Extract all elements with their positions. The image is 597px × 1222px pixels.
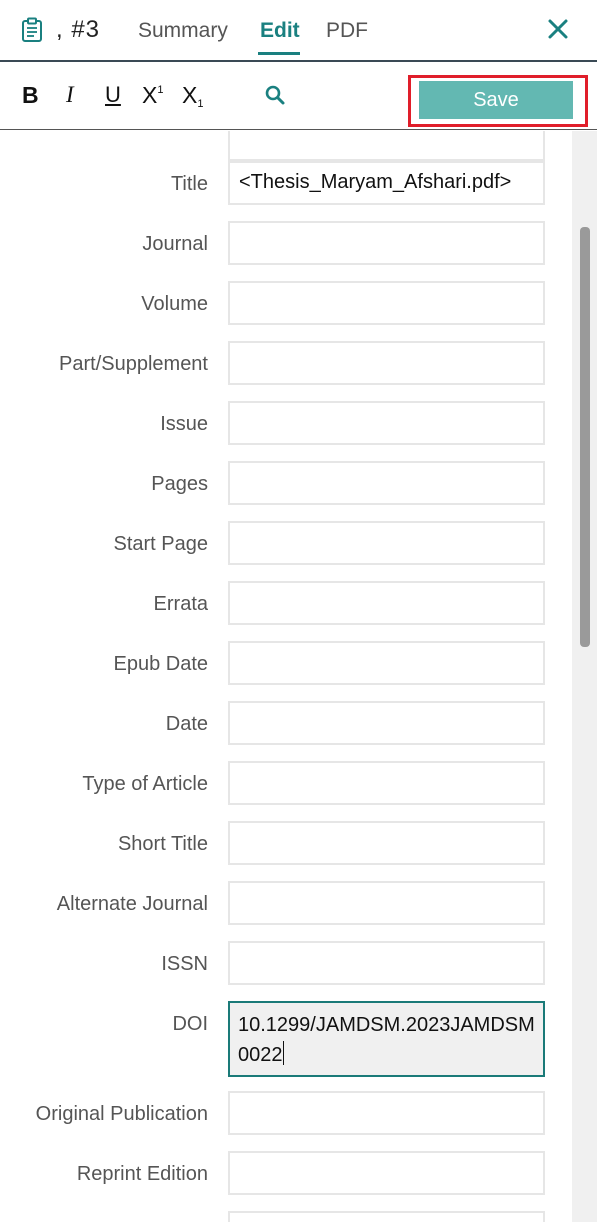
underline-button[interactable]: U xyxy=(105,82,121,108)
field-label-issue: Issue xyxy=(160,413,208,435)
superscript-mark: 1 xyxy=(157,84,164,96)
edit-form: Title <Thesis_Maryam_Afshari.pdf> Journa… xyxy=(0,131,572,1222)
title-input[interactable]: <Thesis_Maryam_Afshari.pdf> xyxy=(228,161,545,205)
subscript-letter: X xyxy=(182,82,198,108)
field-label-type-of-article: Type of Article xyxy=(82,773,208,795)
field-label-start-page: Start Page xyxy=(113,533,208,555)
field-label-date: Date xyxy=(165,713,208,735)
clipboard-icon xyxy=(22,17,42,42)
scrollbar-thumb[interactable] xyxy=(580,227,590,647)
field-label-errata: Errata xyxy=(153,593,208,615)
superscript-button[interactable]: X1 xyxy=(142,82,163,109)
part-supplement-input[interactable] xyxy=(228,341,545,385)
field-label-short-title: Short Title xyxy=(117,833,208,855)
field-label-volume: Volume xyxy=(141,293,208,315)
original-publication-input[interactable] xyxy=(228,1091,545,1135)
field-label-journal: Journal xyxy=(142,233,208,255)
field-label-reprint-edition: Reprint Edition xyxy=(76,1163,208,1185)
field-label-pages: Pages xyxy=(151,473,208,495)
next-field-input[interactable] xyxy=(228,1211,545,1222)
text-caret xyxy=(282,1041,284,1065)
subscript-mark: 1 xyxy=(197,98,204,110)
field-label-issn: ISSN xyxy=(161,953,208,975)
field-label-doi: DOI xyxy=(172,1013,208,1035)
subscript-button[interactable]: X1 xyxy=(182,82,203,110)
tab-edit[interactable]: Edit xyxy=(260,19,300,43)
close-icon[interactable] xyxy=(545,16,571,42)
journal-input[interactable] xyxy=(228,221,545,265)
date-input[interactable] xyxy=(228,701,545,745)
errata-input[interactable] xyxy=(228,581,545,625)
save-highlight-box: Save xyxy=(408,75,588,127)
type-of-article-input[interactable] xyxy=(228,761,545,805)
issn-input[interactable] xyxy=(228,941,545,985)
search-icon[interactable] xyxy=(264,84,286,106)
format-toolbar: B I U X1 X1 Save xyxy=(0,62,597,130)
epub-date-input[interactable] xyxy=(228,641,545,685)
alternate-journal-input[interactable] xyxy=(228,881,545,925)
field-label-alternate-journal: Alternate Journal xyxy=(56,893,208,915)
record-header: , #3 Summary Edit PDF xyxy=(0,0,597,62)
field-label-title: Title xyxy=(170,173,208,195)
tab-summary[interactable]: Summary xyxy=(138,19,228,43)
field-label-original-publication: Original Publication xyxy=(35,1103,208,1125)
start-page-input[interactable] xyxy=(228,521,545,565)
tab-pdf[interactable]: PDF xyxy=(326,19,368,43)
field-label-part-supplement: Part/Supplement xyxy=(59,353,208,375)
pages-input[interactable] xyxy=(228,461,545,505)
doi-input[interactable]: 10.1299/JAMDSM.2023JAMDSM0022 xyxy=(228,1001,545,1077)
bold-button[interactable]: B xyxy=(22,82,39,109)
italic-button[interactable]: I xyxy=(66,82,74,108)
issue-input[interactable] xyxy=(228,401,545,445)
previous-field-input[interactable] xyxy=(228,131,545,161)
field-label-epub-date: Epub Date xyxy=(113,653,208,675)
record-reference: , #3 xyxy=(56,16,101,43)
reprint-edition-input[interactable] xyxy=(228,1151,545,1195)
short-title-input[interactable] xyxy=(228,821,545,865)
active-tab-indicator xyxy=(258,52,300,55)
superscript-letter: X xyxy=(142,82,158,108)
volume-input[interactable] xyxy=(228,281,545,325)
save-button[interactable]: Save xyxy=(419,81,573,119)
